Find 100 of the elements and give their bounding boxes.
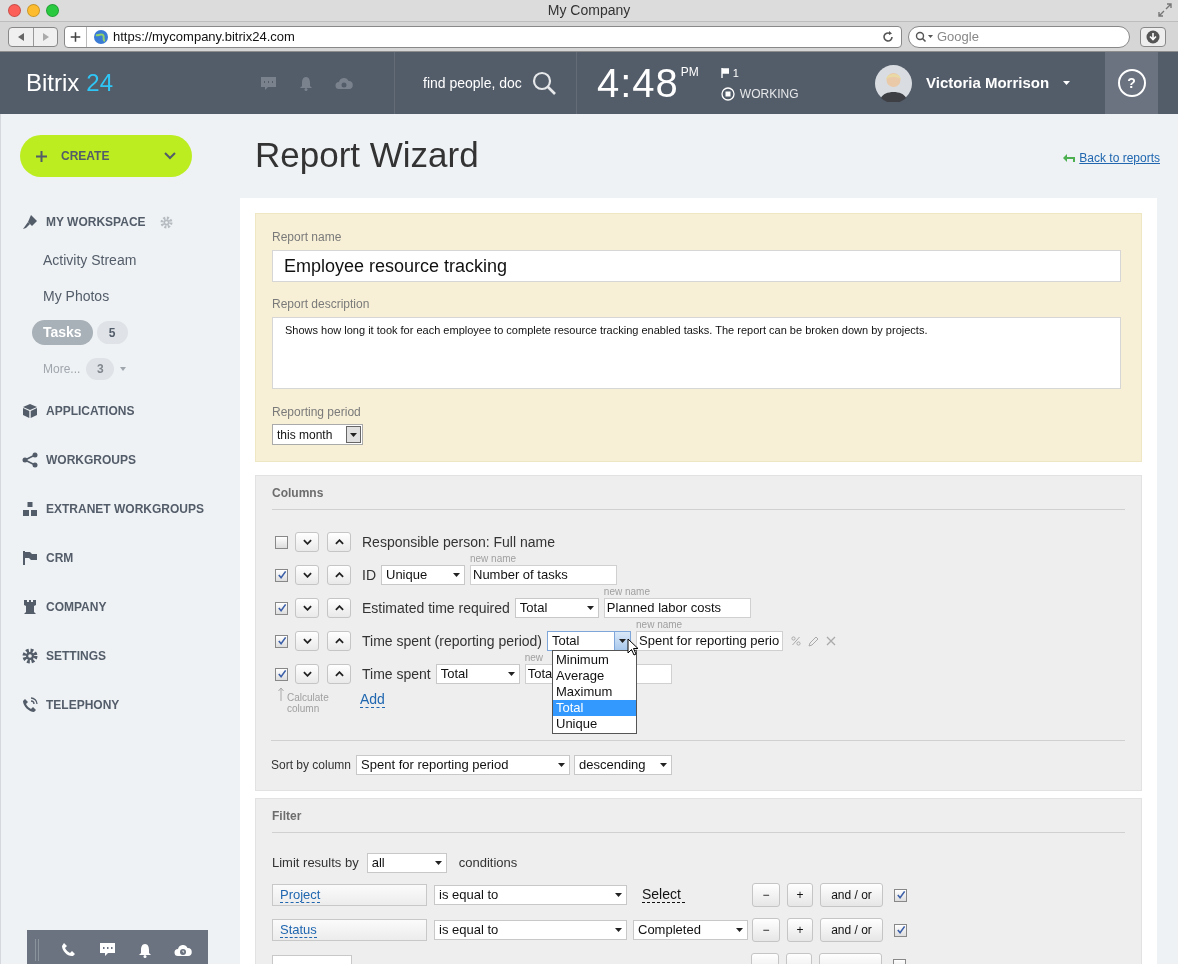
checkbox[interactable] (275, 667, 288, 681)
column-label: Time spent (reporting period) (362, 631, 542, 651)
clock-ampm: PM (680, 64, 699, 81)
move-up-button[interactable] (327, 565, 351, 585)
hint-label: new name (603, 585, 650, 599)
field-label: conditions (458, 854, 518, 873)
dropdown[interactable]: Unique (381, 565, 465, 585)
section-heading[interactable]: MY WORKSPACE (46, 213, 146, 231)
sidebar-item[interactable]: TELEPHONY (46, 696, 120, 714)
user-name[interactable]: Victoria Morrison (926, 71, 1050, 95)
move-down-button[interactable] (295, 532, 319, 552)
checkbox[interactable] (894, 888, 907, 902)
add-link[interactable]: Add (360, 691, 385, 708)
avatar[interactable] (875, 64, 912, 102)
box-icon (22, 403, 38, 419)
move-up-button[interactable] (327, 631, 351, 651)
checkbox[interactable] (275, 535, 288, 549)
dropdown-option[interactable]: Average (553, 668, 636, 684)
dropdown[interactable]: is equal to (434, 885, 627, 905)
checkbox[interactable] (894, 923, 907, 937)
search-field[interactable]: find people, doc (423, 72, 522, 94)
help-button[interactable]: ? (1117, 69, 1146, 97)
hint-label: new name (470, 552, 517, 566)
dropdown[interactable]: this month (272, 424, 363, 445)
checkbox[interactable] (275, 568, 288, 582)
remove-button[interactable]: − (752, 883, 780, 907)
back-link[interactable]: Back to reports (1063, 149, 1160, 167)
input-field[interactable]: Spent for reporting perio (636, 631, 783, 651)
reload-icon[interactable] (881, 29, 895, 44)
move-up-button[interactable] (327, 532, 351, 552)
text-area[interactable]: Shows how long it took for each employee to complete resource tracking enabled tasks. The report can be broken down by projects. (272, 317, 1121, 389)
dropdown[interactable]: Spent for reporting period (356, 755, 571, 775)
field-label: Limit results by (272, 854, 359, 873)
input-field[interactable]: Number of tasks (470, 565, 617, 585)
sidebar-item[interactable]: WORKGROUPS (46, 451, 136, 469)
caret-icon[interactable] (1063, 81, 1071, 85)
address-bar[interactable]: https://mycompany.bitrix24.com (64, 25, 902, 48)
move-down-button[interactable] (295, 598, 319, 618)
create-button[interactable]: CREATE (20, 135, 192, 177)
column-label: Responsible person: Full name (362, 532, 555, 552)
dropdown[interactable]: descending (574, 755, 673, 775)
phone-icon[interactable] (61, 942, 77, 958)
dropdown[interactable]: all (366, 853, 447, 873)
dropdown[interactable]: Total (547, 631, 631, 651)
search-icon (915, 30, 933, 43)
sidebar-item[interactable]: EXTRANET WORKGROUPS (46, 500, 204, 518)
downloads-button[interactable] (1140, 26, 1166, 47)
move-down-button[interactable] (295, 631, 319, 651)
dropdown[interactable]: Total (514, 598, 599, 618)
and-or-button[interactable]: and / or (820, 918, 883, 942)
sidebar-item[interactable]: SETTINGS (46, 647, 106, 665)
move-down-button[interactable] (295, 565, 319, 585)
blocks-icon (22, 501, 38, 517)
chevron-up-icon (334, 539, 344, 545)
move-up-button[interactable] (327, 598, 351, 618)
caret-icon (558, 763, 566, 767)
chevron-down-icon (302, 572, 312, 578)
dropdown[interactable]: Completed (633, 920, 748, 940)
search-icon[interactable] (531, 70, 557, 96)
input-field[interactable]: Employee resource tracking (272, 250, 1121, 282)
sidebar-item[interactable]: APPLICATIONS (46, 402, 135, 420)
chevron-down-icon (302, 671, 312, 677)
back-forward-button[interactable] (8, 26, 58, 47)
bell-icon[interactable] (138, 942, 152, 958)
chevron-down-icon (302, 638, 312, 644)
cloud-icon[interactable] (174, 943, 192, 957)
logo[interactable]: Bitrix 24 (0, 52, 240, 114)
and-or-button[interactable]: and / or (820, 883, 883, 907)
checkbox[interactable] (275, 634, 288, 648)
add-button[interactable]: + (787, 883, 813, 907)
checkbox[interactable] (275, 601, 288, 615)
sidebar-item[interactable]: CRM (46, 549, 74, 567)
field-link[interactable]: Status (280, 922, 317, 938)
hint-label: new name (636, 618, 683, 632)
sidebar-item[interactable]: COMPANY (46, 598, 107, 616)
field-link[interactable]: Project (280, 887, 321, 903)
remove-button[interactable]: − (752, 918, 780, 942)
select-link[interactable]: Select (642, 887, 685, 903)
hint-label: new (524, 651, 544, 665)
sidebar-item[interactable]: My Photos (32, 284, 121, 309)
chat-icon[interactable] (99, 942, 116, 958)
move-down-button[interactable] (295, 664, 319, 684)
page-title: Report Wizard (255, 133, 479, 176)
dropdown[interactable]: is equal to (434, 920, 627, 940)
flag-count: 1 (732, 65, 739, 81)
dropdown-option[interactable]: Unique (553, 716, 636, 732)
move-up-button[interactable] (327, 664, 351, 684)
field-label: Report name (272, 229, 343, 244)
chevron-up-icon (334, 572, 344, 578)
field-label: Reporting period (272, 404, 362, 419)
sidebar-item[interactable]: Activity Stream (32, 248, 148, 273)
caret-icon (434, 861, 442, 865)
stop-icon[interactable] (720, 87, 735, 102)
up-arrow-icon (278, 687, 284, 701)
search-field[interactable]: Google (908, 25, 1130, 48)
close-window-button[interactable] (8, 4, 21, 17)
dropdown-option[interactable]: Maximum (553, 684, 636, 700)
add-button[interactable]: + (787, 918, 813, 942)
input-field[interactable]: Planned labor costs (603, 598, 751, 618)
dropdown[interactable]: Total (435, 664, 520, 684)
